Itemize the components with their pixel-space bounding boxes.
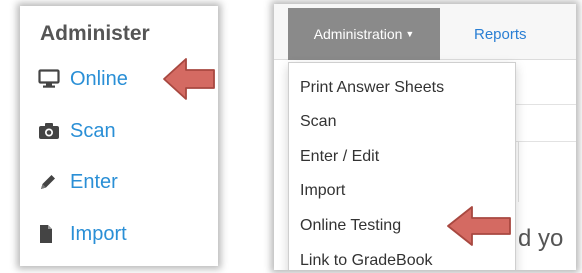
menu-item-print-answer-sheets[interactable]: Print Answer Sheets bbox=[300, 75, 444, 101]
page-divider bbox=[518, 142, 519, 202]
administer-title: Administer bbox=[40, 22, 150, 45]
menu-item-link-to-gradebook[interactable]: Link to GradeBook bbox=[300, 248, 433, 270]
page-divider bbox=[514, 104, 576, 105]
page-divider bbox=[514, 141, 576, 142]
import-label: Import bbox=[70, 222, 127, 245]
background-partial-text: d yo bbox=[518, 225, 564, 252]
menu-item-scan[interactable]: Scan bbox=[300, 109, 336, 135]
administration-menu-button[interactable]: Administration ▼ bbox=[288, 8, 440, 60]
administer-panel: Administer Online Scan Enter Import bbox=[20, 6, 218, 266]
caret-down-icon: ▼ bbox=[405, 29, 415, 39]
navbar-dropdown-panel: Administration ▼ Reports d yo Print Answ… bbox=[274, 4, 576, 270]
reports-link[interactable]: Reports bbox=[474, 8, 527, 60]
menu-item-import[interactable]: Import bbox=[300, 178, 345, 204]
online-label: Online bbox=[70, 67, 128, 90]
administer-scan-link[interactable]: Scan bbox=[38, 116, 116, 146]
monitor-icon bbox=[38, 68, 62, 90]
annotation-arrow-icon bbox=[163, 58, 215, 100]
administration-label: Administration bbox=[313, 26, 403, 42]
navbar: Administration ▼ Reports bbox=[274, 4, 576, 60]
camera-icon bbox=[38, 120, 62, 142]
menu-item-enter-edit[interactable]: Enter / Edit bbox=[300, 144, 379, 170]
pencil-icon bbox=[38, 171, 62, 193]
enter-label: Enter bbox=[70, 170, 118, 193]
menu-item-online-testing[interactable]: Online Testing bbox=[300, 213, 401, 239]
administer-online-link[interactable]: Online bbox=[38, 64, 128, 94]
file-icon bbox=[38, 223, 62, 245]
administer-import-link[interactable]: Import bbox=[38, 219, 127, 249]
administer-enter-link[interactable]: Enter bbox=[38, 167, 118, 197]
scan-label: Scan bbox=[70, 119, 116, 142]
annotation-arrow-icon bbox=[447, 206, 511, 246]
